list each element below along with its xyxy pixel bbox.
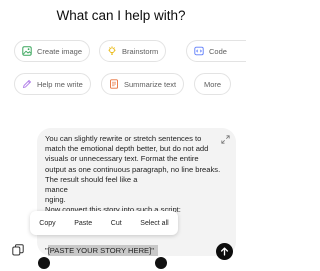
more-chip[interactable]: More: [194, 73, 232, 95]
lightbulb-icon: [108, 46, 116, 55]
arrow-up-icon: [220, 247, 229, 256]
page-title: What can I help with?: [56, 8, 186, 23]
select-all-menu-item[interactable]: Select all: [140, 220, 168, 227]
brainstorm-chip[interactable]: Brainstorm: [99, 40, 167, 62]
selection-end-handle[interactable]: [155, 257, 167, 269]
pen-icon: [22, 79, 32, 89]
create-image-label: Create image: [37, 46, 83, 56]
summarize-text-chip[interactable]: Summarize text: [101, 73, 185, 95]
code-icon: [194, 46, 204, 56]
cut-menu-item[interactable]: Cut: [111, 220, 122, 227]
attach-button[interactable]: [9, 241, 27, 259]
document-icon: [110, 79, 118, 89]
more-label: More: [204, 79, 222, 89]
text-context-menu: Copy Paste Cut Select all: [30, 211, 178, 235]
composer-text[interactable]: You can slightly rewrite or stretch sent…: [45, 134, 221, 216]
help-me-write-label: Help me write: [37, 79, 83, 89]
attach-icon: [12, 244, 24, 256]
code-label: Code: [209, 46, 227, 56]
help-me-write-chip[interactable]: Help me write: [14, 73, 91, 95]
paste-menu-item[interactable]: Paste: [74, 220, 92, 227]
summarize-text-label: Summarize text: [124, 79, 177, 89]
selected-text[interactable]: "[PASTE YOUR STORY HERE]": [45, 245, 154, 256]
expand-icon[interactable]: [221, 135, 230, 144]
create-image-chip[interactable]: Create image: [14, 40, 91, 62]
message-composer[interactable]: You can slightly rewrite or stretch sent…: [37, 128, 236, 256]
copy-menu-item[interactable]: Copy: [39, 220, 55, 227]
brainstorm-label: Brainstorm: [122, 46, 159, 56]
code-chip[interactable]: Code: [186, 40, 246, 62]
send-button[interactable]: [216, 243, 233, 260]
image-icon: [22, 46, 32, 56]
selection-start-handle[interactable]: [38, 257, 50, 269]
